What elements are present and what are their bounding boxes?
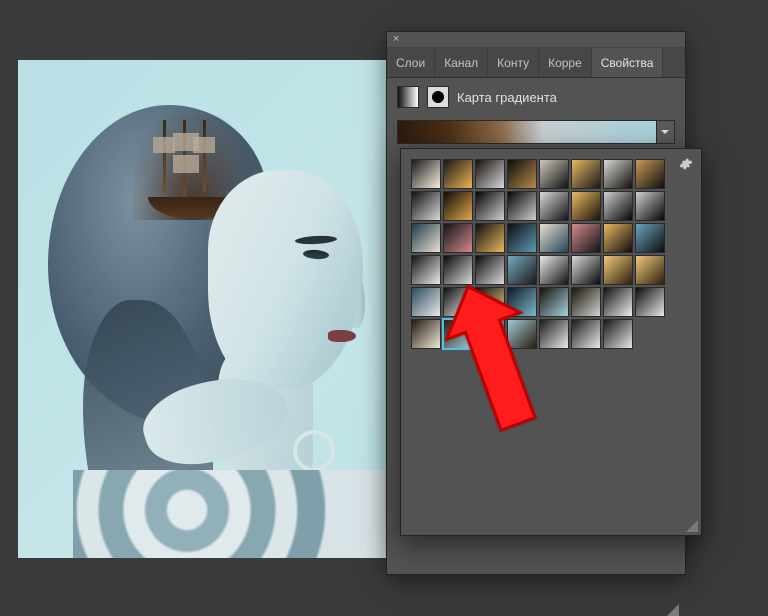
- gradient-swatch[interactable]: [539, 287, 569, 317]
- gradient-swatch[interactable]: [539, 159, 569, 189]
- tab-channels[interactable]: Канал: [435, 48, 488, 77]
- gradient-swatch[interactable]: [443, 319, 473, 349]
- gradient-swatch[interactable]: [507, 319, 537, 349]
- gradient-swatch[interactable]: [539, 255, 569, 285]
- panel-tabs: Слои Канал Конту Корре Свойства: [387, 48, 685, 78]
- gradient-swatch[interactable]: [411, 191, 441, 221]
- tab-paths[interactable]: Конту: [488, 48, 539, 77]
- canvas-area[interactable]: [18, 60, 438, 558]
- gradient-swatch[interactable]: [475, 319, 505, 349]
- gradient-dropdown-button[interactable]: [657, 120, 675, 144]
- gradient-swatch[interactable]: [475, 159, 505, 189]
- gradient-swatch[interactable]: [507, 223, 537, 253]
- gradient-swatch[interactable]: [571, 191, 601, 221]
- gradient-swatch[interactable]: [603, 223, 633, 253]
- adjustment-thumb-icon: [397, 86, 419, 108]
- gradient-swatch[interactable]: [635, 191, 665, 221]
- gradient-swatch[interactable]: [571, 159, 601, 189]
- gradient-swatch[interactable]: [635, 159, 665, 189]
- gradient-swatch[interactable]: [443, 159, 473, 189]
- gradient-swatch[interactable]: [443, 287, 473, 317]
- gradient-swatch[interactable]: [507, 255, 537, 285]
- gradient-swatch[interactable]: [507, 287, 537, 317]
- gradient-swatch[interactable]: [635, 287, 665, 317]
- picker-resize-grip-icon[interactable]: [686, 520, 698, 532]
- gradient-swatch[interactable]: [571, 223, 601, 253]
- mask-icon[interactable]: [427, 86, 449, 108]
- gradient-swatch[interactable]: [603, 255, 633, 285]
- gradient-swatch[interactable]: [507, 159, 537, 189]
- gradient-swatch[interactable]: [443, 255, 473, 285]
- gradient-swatch[interactable]: [539, 319, 569, 349]
- gradient-swatch[interactable]: [539, 191, 569, 221]
- gradient-swatch[interactable]: [411, 223, 441, 253]
- gradient-swatch[interactable]: [507, 191, 537, 221]
- gradient-swatch-grid: [411, 159, 673, 349]
- gradient-swatch[interactable]: [475, 191, 505, 221]
- gradient-swatch[interactable]: [411, 287, 441, 317]
- gradient-swatch[interactable]: [475, 223, 505, 253]
- gradient-swatch[interactable]: [443, 191, 473, 221]
- tab-adjustments[interactable]: Корре: [539, 48, 592, 77]
- gradient-swatch[interactable]: [603, 159, 633, 189]
- gradient-swatch[interactable]: [411, 255, 441, 285]
- artwork: [63, 100, 363, 440]
- panel-resize-grip-icon[interactable]: [667, 604, 679, 616]
- gradient-swatch[interactable]: [571, 287, 601, 317]
- gradient-swatch[interactable]: [571, 319, 601, 349]
- tab-properties[interactable]: Свойства: [592, 48, 664, 77]
- gradient-swatch[interactable]: [411, 159, 441, 189]
- gradient-preview[interactable]: [397, 120, 657, 144]
- gradient-swatch[interactable]: [603, 287, 633, 317]
- property-title: Карта градиента: [457, 90, 557, 105]
- tab-layers[interactable]: Слои: [387, 48, 435, 77]
- close-icon[interactable]: ×: [393, 34, 405, 46]
- gradient-swatch[interactable]: [603, 191, 633, 221]
- gradient-swatch[interactable]: [475, 255, 505, 285]
- gradient-swatch[interactable]: [443, 223, 473, 253]
- gradient-swatch[interactable]: [635, 223, 665, 253]
- gradient-swatch[interactable]: [411, 319, 441, 349]
- gradient-swatch[interactable]: [571, 255, 601, 285]
- gradient-picker: [400, 148, 702, 536]
- gear-icon[interactable]: [679, 157, 693, 174]
- gradient-swatch[interactable]: [635, 255, 665, 285]
- gradient-swatch[interactable]: [539, 223, 569, 253]
- gradient-swatch[interactable]: [603, 319, 633, 349]
- gradient-swatch[interactable]: [475, 287, 505, 317]
